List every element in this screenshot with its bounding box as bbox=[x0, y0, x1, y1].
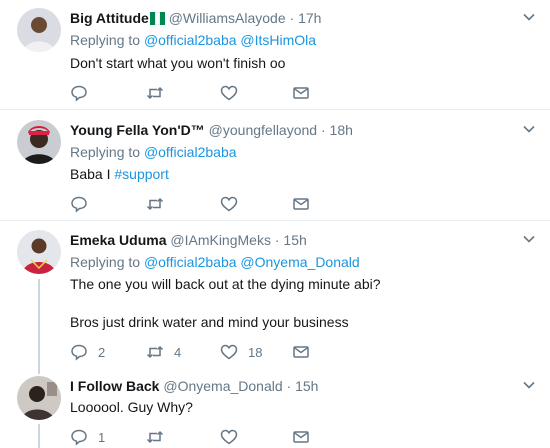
user-handle[interactable]: @Onyema_Donald bbox=[163, 378, 282, 394]
chevron-down-icon[interactable] bbox=[522, 378, 536, 392]
direct-message-button[interactable] bbox=[292, 194, 310, 214]
mention-link[interactable]: @official2baba bbox=[144, 32, 237, 48]
heart-icon bbox=[220, 85, 238, 101]
reply-icon bbox=[71, 85, 87, 102]
user-handle[interactable]: @youngfellayond bbox=[209, 122, 317, 138]
heart-icon bbox=[220, 196, 238, 212]
reply-count: 2 bbox=[98, 344, 106, 360]
thread-line bbox=[38, 366, 40, 374]
like-button[interactable] bbox=[220, 194, 248, 214]
reply-count: 1 bbox=[98, 429, 106, 445]
like-button[interactable] bbox=[220, 83, 248, 103]
like-button[interactable]: 18 bbox=[220, 342, 262, 362]
chevron-down-icon[interactable] bbox=[522, 122, 536, 136]
replying-label: Replying to bbox=[70, 254, 141, 270]
tweet-2[interactable]: Young Fella Yon'D™ @youngfellayond · 18h… bbox=[0, 110, 550, 218]
reply-icon bbox=[71, 344, 87, 361]
envelope-icon bbox=[293, 87, 309, 99]
reply-button[interactable]: 1 bbox=[70, 427, 105, 447]
reply-button[interactable] bbox=[70, 83, 98, 103]
heart-icon bbox=[220, 344, 238, 360]
avatar[interactable] bbox=[17, 8, 61, 52]
tweet-4[interactable]: I Follow Back @Onyema_Donald · 15h Loooo… bbox=[0, 366, 550, 448]
mention-link[interactable]: @official2baba bbox=[144, 254, 237, 270]
thread-line bbox=[38, 424, 40, 448]
user-handle[interactable]: @IAmKingMeks bbox=[170, 232, 271, 248]
mention-link[interactable]: @Onyema_Donald bbox=[240, 254, 359, 270]
replying-label: Replying to bbox=[70, 144, 141, 160]
retweet-button[interactable] bbox=[146, 83, 174, 103]
separator-dot: · bbox=[320, 122, 326, 138]
envelope-icon bbox=[293, 198, 309, 210]
timestamp[interactable]: 15h bbox=[283, 232, 306, 248]
retweet-count: 4 bbox=[174, 344, 182, 360]
tweet-text-line-1: The one you will back out at the dying m… bbox=[70, 276, 381, 292]
tweet-text-line-2: Bros just drink water and mind your busi… bbox=[70, 314, 349, 330]
direct-message-button[interactable] bbox=[292, 83, 310, 103]
display-name[interactable]: I Follow Back bbox=[70, 378, 159, 394]
avatar[interactable] bbox=[17, 376, 61, 420]
nigeria-flag-icon bbox=[149, 11, 165, 25]
reply-button[interactable]: 2 bbox=[70, 342, 105, 362]
tweet-text: Loooool. Guy Why? bbox=[70, 399, 193, 415]
direct-message-button[interactable] bbox=[292, 427, 310, 447]
like-button[interactable] bbox=[220, 427, 248, 447]
reply-icon bbox=[71, 196, 87, 213]
tweet-3[interactable]: Emeka Uduma @IAmKingMeks · 15h Replying … bbox=[0, 221, 550, 366]
tweet-text-plain: Baba I bbox=[70, 166, 115, 182]
direct-message-button[interactable] bbox=[292, 342, 310, 362]
envelope-icon bbox=[293, 346, 309, 358]
tweet-text: Baba I #support bbox=[70, 165, 169, 184]
avatar[interactable] bbox=[17, 120, 61, 164]
mention-link[interactable]: @ItsHimOla bbox=[240, 32, 316, 48]
reply-icon bbox=[71, 429, 87, 446]
retweet-icon bbox=[146, 86, 164, 100]
tweet-text: Don't start what you won't finish oo bbox=[70, 55, 286, 71]
retweet-icon bbox=[146, 345, 164, 359]
mention-link[interactable]: @official2baba bbox=[144, 144, 237, 160]
user-handle[interactable]: @WilliamsAlayode bbox=[169, 10, 286, 26]
timestamp[interactable]: 15h bbox=[295, 378, 318, 394]
thread-line bbox=[38, 279, 40, 366]
chevron-down-icon[interactable] bbox=[522, 232, 536, 246]
timestamp[interactable]: 17h bbox=[298, 10, 321, 26]
display-name[interactable]: Emeka Uduma bbox=[70, 232, 166, 248]
display-name[interactable]: Young Fella Yon'D™ bbox=[70, 122, 205, 138]
avatar[interactable] bbox=[17, 230, 61, 274]
separator-dot: · bbox=[286, 378, 292, 394]
separator-dot: · bbox=[289, 10, 295, 26]
retweet-button[interactable] bbox=[146, 427, 174, 447]
heart-icon bbox=[220, 429, 238, 445]
hashtag-link[interactable]: #support bbox=[114, 166, 168, 182]
envelope-icon bbox=[293, 431, 309, 443]
replying-label: Replying to bbox=[70, 32, 141, 48]
retweet-icon bbox=[146, 430, 164, 444]
separator-dot: · bbox=[274, 232, 280, 248]
timestamp[interactable]: 18h bbox=[330, 122, 353, 138]
retweet-icon bbox=[146, 197, 164, 211]
display-name[interactable]: Big Attitude bbox=[70, 10, 149, 26]
retweet-button[interactable] bbox=[146, 194, 174, 214]
retweet-button[interactable]: 4 bbox=[146, 342, 181, 362]
like-count: 18 bbox=[248, 344, 263, 360]
reply-button[interactable] bbox=[70, 194, 98, 214]
tweet-1[interactable]: Big Attitude @WilliamsAlayode · 17h Repl… bbox=[0, 0, 550, 108]
chevron-down-icon[interactable] bbox=[522, 10, 536, 24]
